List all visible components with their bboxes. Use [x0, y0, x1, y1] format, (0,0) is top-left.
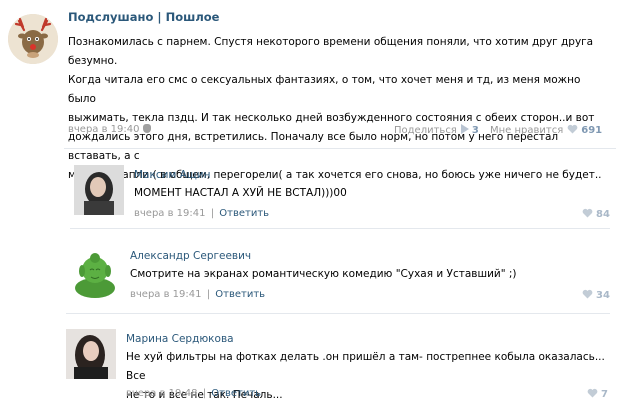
- post-text-line: Познакомилась с парнем. Спустя некоторог…: [68, 36, 594, 67]
- comment-divider: [70, 228, 610, 229]
- like-label: Мне нравится: [490, 125, 564, 136]
- comment-text-line: Не хуй фильтры на фотках делать .он приш…: [126, 351, 605, 382]
- reply-button[interactable]: Ответить: [211, 388, 261, 399]
- heart-icon: [582, 208, 593, 218]
- comment-text-line: МОМЕНТ НАСТАЛ А ХУЙ НЕ ВСТАЛ)))00: [134, 187, 347, 199]
- comment-like-count: 84: [596, 209, 610, 220]
- comment-like-button[interactable]: 7: [583, 388, 608, 400]
- group-avatar[interactable]: [8, 14, 58, 64]
- heart-icon: [567, 124, 578, 134]
- share-count: 3: [471, 125, 479, 136]
- comment-avatar[interactable]: [66, 329, 116, 379]
- reply-button[interactable]: Ответить: [219, 208, 269, 219]
- group-name-link[interactable]: Подслушано | Пошлое: [68, 10, 219, 24]
- comment-time[interactable]: вчера в 19:48: [126, 388, 198, 399]
- post-text-line: Когда читала его смс о сексуальных фанта…: [68, 74, 581, 105]
- comment-like-button[interactable]: 34: [578, 289, 610, 301]
- like-button[interactable]: Мне нравится 691: [490, 124, 602, 136]
- comment-like-count: 7: [601, 389, 608, 400]
- post-time-text[interactable]: вчера в 19:40: [68, 124, 140, 135]
- apple-icon: [142, 124, 151, 133]
- share-button[interactable]: Поделиться 3: [394, 124, 479, 136]
- heart-icon: [582, 289, 593, 299]
- comment-text: МОМЕНТ НАСТАЛ А ХУЙ НЕ ВСТАЛ)))00: [134, 184, 574, 203]
- comment-divider: [66, 313, 610, 314]
- share-label: Поделиться: [394, 125, 457, 136]
- meta-separator: |: [202, 388, 207, 399]
- comment-author[interactable]: Александр Сергеевич: [130, 250, 251, 262]
- comment-avatar[interactable]: [70, 248, 120, 298]
- comment-meta: вчера в 19:41 | Ответить: [134, 208, 269, 219]
- comment-text: Смотрите на экранах романтическую комеди…: [130, 265, 590, 284]
- post-divider: [64, 148, 616, 149]
- comment-avatar[interactable]: [74, 165, 124, 215]
- comment-author[interactable]: Марина Сердюкова: [126, 333, 234, 345]
- comment-like-button[interactable]: 84: [578, 208, 610, 220]
- comment-meta: вчера в 19:48 | Ответить: [126, 388, 261, 399]
- post-text: Познакомилась с парнем. Спустя некоторог…: [68, 33, 608, 185]
- meta-separator: |: [210, 208, 215, 219]
- meta-separator: |: [206, 289, 211, 300]
- comment-meta: вчера в 19:41 | Ответить: [130, 289, 265, 300]
- heart-icon: [587, 388, 598, 398]
- comment-author[interactable]: Максим Ащин: [134, 169, 210, 181]
- share-icon: [460, 124, 469, 134]
- comment-time[interactable]: вчера в 19:41: [134, 208, 206, 219]
- comment-like-count: 34: [596, 290, 610, 301]
- comment-time[interactable]: вчера в 19:41: [130, 289, 202, 300]
- comment-text-line: Смотрите на экранах романтическую комеди…: [130, 268, 517, 280]
- like-count: 691: [581, 125, 603, 136]
- post-time[interactable]: вчера в 19:40: [68, 124, 151, 135]
- reply-button[interactable]: Ответить: [215, 289, 265, 300]
